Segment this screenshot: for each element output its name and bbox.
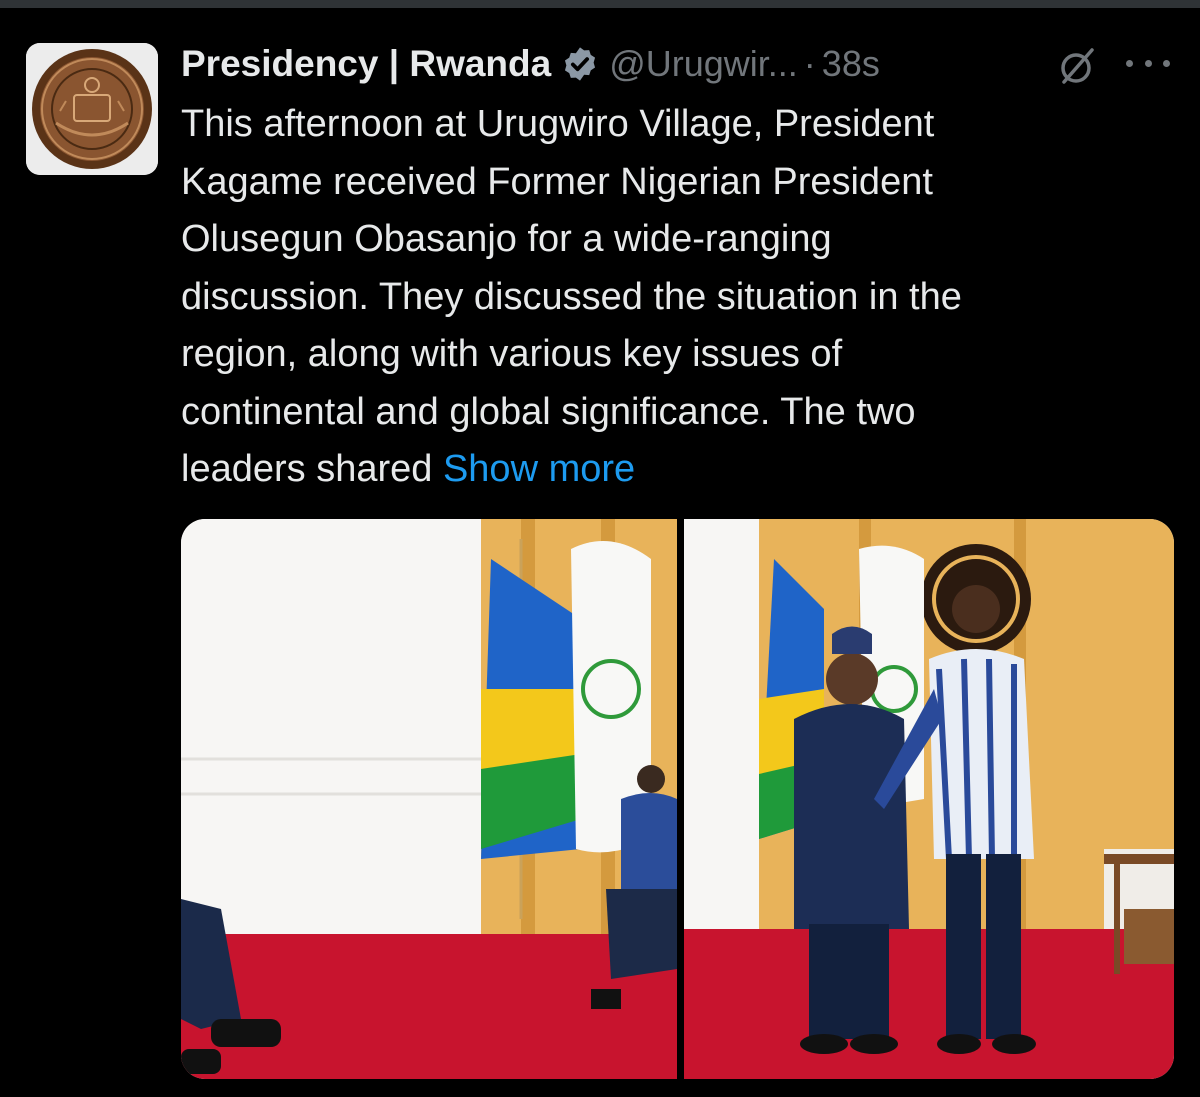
separator-dot: ·: [803, 43, 816, 84]
photo-leaders-handshake-icon: [684, 519, 1174, 1079]
tweet-text-line: Kagame received Former Nigerian Presiden…: [181, 160, 933, 203]
photo-leaders-seated-icon: [181, 519, 677, 1079]
tweet-text-line: This afternoon at Urugwiro Village, Pres…: [181, 103, 935, 145]
coat-of-arms-icon: [26, 43, 158, 175]
tweet-text-line-last: leaders shared Show more: [181, 441, 1141, 499]
author-handle[interactable]: @Urugwir...: [609, 43, 798, 85]
photo-left[interactable]: [181, 519, 677, 1079]
tweet-text-line: discussion. They discussed the situation…: [181, 275, 962, 318]
show-more-link[interactable]: Show more: [443, 448, 635, 490]
author-avatar[interactable]: [26, 43, 158, 175]
media-grid: [181, 519, 1174, 1079]
more-options-icon[interactable]: [1126, 46, 1170, 80]
top-divider: [0, 0, 1200, 8]
tweet-header: Presidency | Rwanda @Urugwir... · 38s: [181, 38, 1181, 90]
photo-right[interactable]: [684, 519, 1174, 1079]
tweet-text-line: continental and global significance. The…: [181, 390, 916, 433]
tweet-text-line: region, along with various key issues of: [181, 333, 843, 375]
author-name[interactable]: Presidency | Rwanda: [181, 43, 551, 85]
tweet-text-line: Olusegun Obasanjo for a wide-ranging: [181, 218, 832, 260]
timestamp[interactable]: 38s: [822, 43, 880, 85]
tweet-text-line: leaders shared: [181, 448, 433, 490]
tweet-text: This afternoon at Urugwiro Village, Pres…: [181, 96, 1141, 499]
verified-badge-icon: [561, 45, 599, 83]
grok-icon[interactable]: [1056, 44, 1100, 88]
